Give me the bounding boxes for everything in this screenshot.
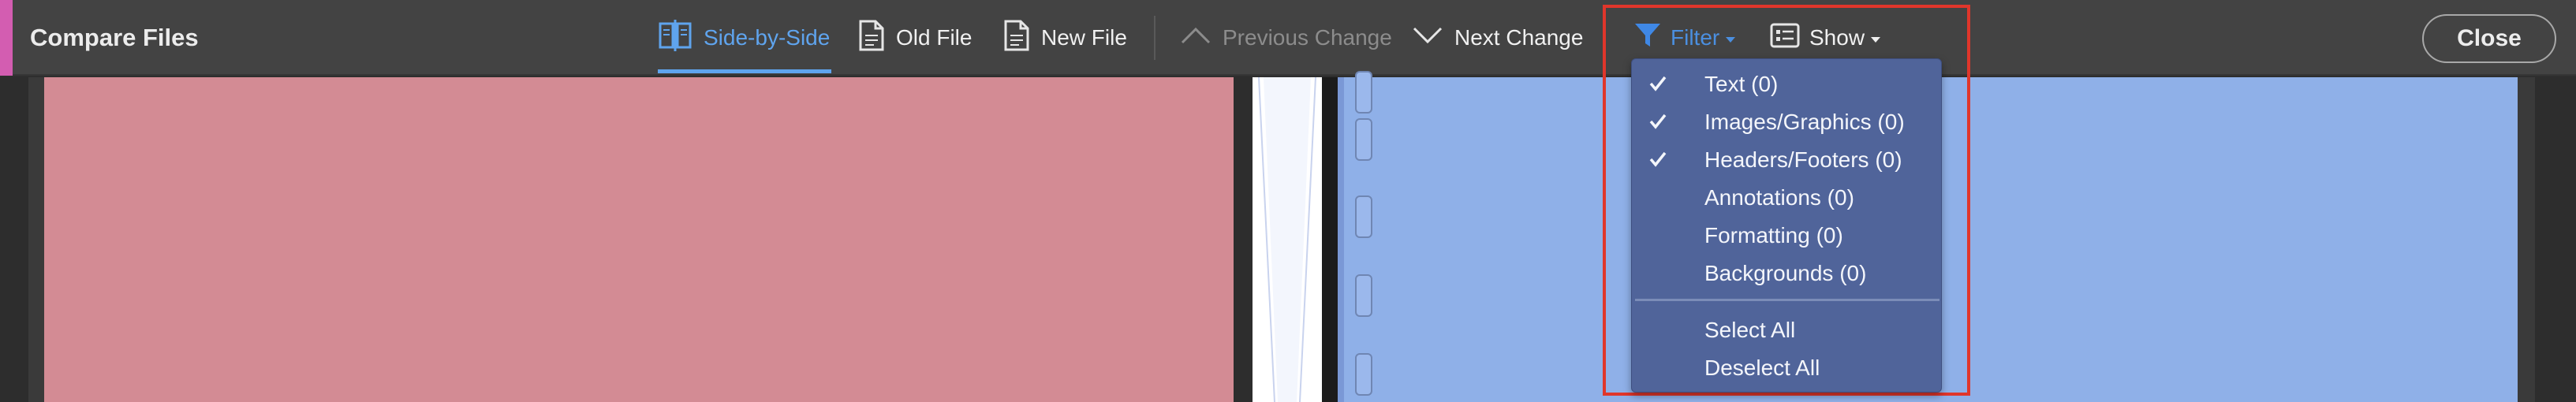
filter-item-label: Text (0) [1704,72,1779,96]
filter-item-images-graphics[interactable]: Images/Graphics (0) [1632,103,1943,141]
next-change-button[interactable]: Next Change [1412,0,1583,76]
previous-change-label: Previous Change [1223,25,1392,50]
close-button[interactable]: Close [2422,14,2556,63]
checkmark-icon [1649,76,1667,91]
chevron-down-icon [1412,25,1443,50]
old-file-button[interactable]: Old File [858,0,972,76]
window-title: Compare Files [30,24,199,51]
next-change-label: Next Change [1454,25,1584,50]
toolbar: Compare Files Side-by-Side Old File New … [0,0,2576,76]
old-file-label: Old File [896,25,973,50]
filter-item-annotations[interactable]: Annotations (0) [1632,179,1943,217]
filter-item-text[interactable]: Text (0) [1632,65,1943,103]
filter-item-label: Images/Graphics (0) [1704,110,1905,134]
document-icon [1003,20,1030,57]
deselect-all-label: Deselect All [1704,355,1820,380]
connector-lines [1258,76,1316,402]
change-connector-gutter [1253,76,1322,402]
gutter-shadow [1322,77,1338,402]
side-by-side-icon [658,19,693,57]
filter-item-backgrounds[interactable]: Backgrounds (0) [1632,255,1943,292]
checkmark-icon [1649,151,1667,167]
binder-ring [1355,353,1372,396]
new-file-pane-edge [2518,77,2535,402]
select-all-label: Select All [1704,318,1796,342]
select-all-menu-item[interactable]: Select All [1632,311,1943,349]
deselect-all-menu-item[interactable]: Deselect All [1632,349,1943,387]
binder-ring [1355,195,1372,238]
binder-ring [1355,274,1372,317]
filter-item-label: Headers/Footers (0) [1704,147,1902,172]
menu-separator [1635,299,1939,301]
active-tab-underline [658,69,831,73]
filter-item-headers-footers[interactable]: Headers/Footers (0) [1632,141,1943,179]
binder-ring [1355,118,1372,161]
checkmark-icon [1649,114,1667,129]
window-accent-strip [0,0,13,76]
filter-item-formatting[interactable]: Formatting (0) [1632,217,1943,255]
new-file-button[interactable]: New File [1003,0,1127,76]
chevron-up-icon [1180,25,1211,50]
filter-item-label: Formatting (0) [1704,223,1843,248]
filter-menu: Text (0) Images/Graphics (0) Headers/Foo… [1631,58,1942,393]
side-by-side-label: Side-by-Side [704,25,831,50]
binder-ring [1355,71,1372,114]
compare-content-area [0,71,2576,402]
document-icon [858,20,885,57]
old-file-pane[interactable] [44,77,1234,402]
old-file-pane-edge [28,77,44,402]
side-by-side-button[interactable]: Side-by-Side [658,0,830,76]
previous-change-button[interactable]: Previous Change [1180,0,1392,76]
toolbar-divider [1154,16,1155,60]
new-file-label: New File [1041,25,1127,50]
filter-item-label: Backgrounds (0) [1704,261,1867,285]
filter-item-label: Annotations (0) [1704,185,1854,210]
